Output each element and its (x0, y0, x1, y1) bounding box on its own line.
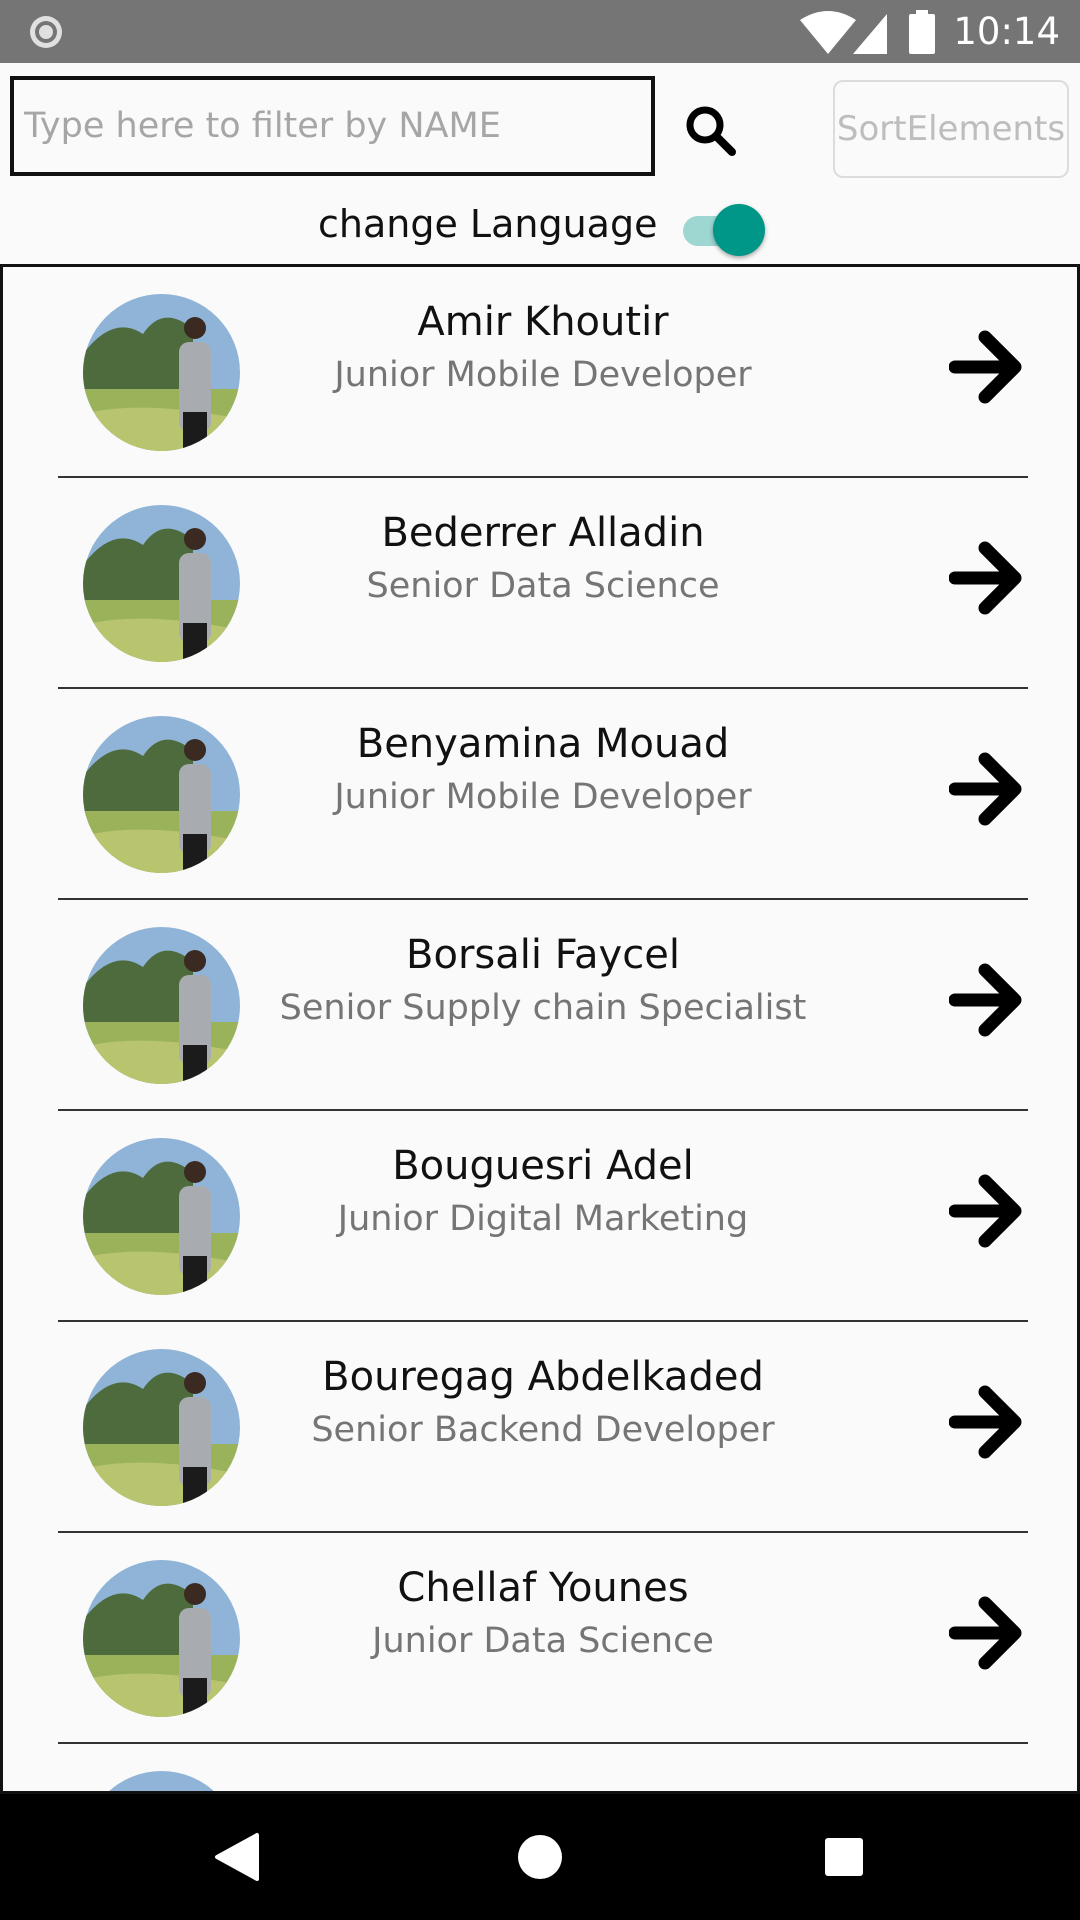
contact-name: Borsali Faycel (406, 932, 680, 978)
search-icon[interactable] (682, 102, 738, 158)
sort-elements-button[interactable]: SortElements (833, 80, 1069, 178)
contact-role: Junior Mobile Developer (334, 355, 752, 395)
contact-name: Benyamina Mouad (356, 721, 730, 767)
language-toggle[interactable] (683, 204, 769, 256)
contact-name: Amir Khoutir (417, 299, 669, 345)
item-text: Amir Khoutir Junior Mobile Developer (253, 267, 833, 478)
avatar (83, 505, 240, 662)
item-text: Benyamina Mouad Junior Mobile Developer (253, 689, 833, 900)
contact-role: Senior Supply chain Specialist (279, 988, 807, 1028)
contact-name: Bouregag Abdelkaded (322, 1354, 764, 1400)
item-text: Bouguesri Adel Junior Digital Marketing (253, 1111, 833, 1322)
avatar (83, 294, 240, 451)
avatar (83, 1560, 240, 1717)
status-icons: 10:14 (799, 0, 1060, 63)
list-item[interactable]: Bederrer Alladin Senior Data Science (3, 478, 1077, 689)
sort-elements-label: SortElements (836, 109, 1066, 149)
language-row: change Language (0, 198, 1080, 258)
contact-role: Junior Mobile Developer (334, 777, 752, 817)
status-bar: 10:14 (0, 0, 1080, 63)
item-text: Bouregag Abdelkaded Senior Backend Devel… (253, 1322, 833, 1533)
filter-input[interactable] (10, 76, 655, 176)
toggle-thumb (713, 204, 765, 256)
list-item[interactable]: Chellaf Younes Junior Data Science (3, 1533, 1077, 1744)
avatar (83, 1349, 240, 1506)
arrow-right-icon[interactable] (949, 327, 1023, 407)
contact-name: Bouguesri Adel (392, 1143, 694, 1189)
contact-list[interactable]: Amir Khoutir Junior Mobile Developer Bed… (0, 264, 1080, 1794)
arrow-right-icon[interactable] (949, 1382, 1023, 1462)
home-icon[interactable] (510, 1827, 570, 1887)
notification-dot-icon (30, 16, 62, 48)
avatar (83, 1138, 240, 1295)
contact-name: Chellaf Younes (397, 1565, 689, 1611)
avatar (83, 716, 240, 873)
list-item-partial[interactable] (3, 1744, 1077, 1791)
list-item[interactable]: Amir Khoutir Junior Mobile Developer (3, 267, 1077, 478)
contact-role: Senior Backend Developer (311, 1410, 775, 1450)
back-icon[interactable] (205, 1827, 265, 1887)
battery-icon (909, 9, 936, 54)
list-item[interactable]: Bouguesri Adel Junior Digital Marketing (3, 1111, 1077, 1322)
navigation-bar (0, 1794, 1080, 1920)
cell-signal-icon (853, 13, 888, 54)
change-language-label: change Language (318, 202, 658, 246)
list-item[interactable]: Borsali Faycel Senior Supply chain Speci… (3, 900, 1077, 1111)
contact-role: Junior Data Science (372, 1621, 714, 1661)
arrow-right-icon[interactable] (949, 538, 1023, 618)
recents-icon[interactable] (814, 1827, 874, 1887)
status-time: 10:14 (953, 10, 1060, 53)
app-screen: 10:14 SortElements change Language (0, 0, 1080, 1920)
list-item[interactable]: Bouregag Abdelkaded Senior Backend Devel… (3, 1322, 1077, 1533)
item-text: Bederrer Alladin Senior Data Science (253, 478, 833, 689)
arrow-right-icon[interactable] (949, 960, 1023, 1040)
avatar (83, 1771, 240, 1791)
contact-role: Junior Digital Marketing (337, 1199, 749, 1239)
list-item[interactable]: Benyamina Mouad Junior Mobile Developer (3, 689, 1077, 900)
arrow-right-icon[interactable] (949, 749, 1023, 829)
contact-name: Bederrer Alladin (381, 510, 705, 556)
avatar (83, 927, 240, 1084)
arrow-right-icon[interactable] (949, 1593, 1023, 1673)
item-text: Borsali Faycel Senior Supply chain Speci… (253, 900, 833, 1111)
contact-role: Senior Data Science (366, 566, 720, 606)
arrow-right-icon[interactable] (949, 1171, 1023, 1251)
item-text: Chellaf Younes Junior Data Science (253, 1533, 833, 1744)
